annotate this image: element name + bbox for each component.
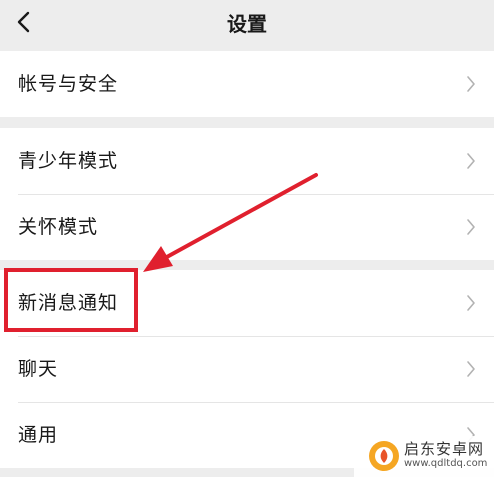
red-arrow-annotation [143, 173, 318, 272]
watermark-url: www.qdltdq.com [404, 458, 488, 469]
watermark: 启东安卓网 www.qdltdq.com [354, 436, 494, 477]
watermark-text: 启东安卓网 [404, 440, 485, 458]
watermark-logo-icon [369, 441, 399, 471]
